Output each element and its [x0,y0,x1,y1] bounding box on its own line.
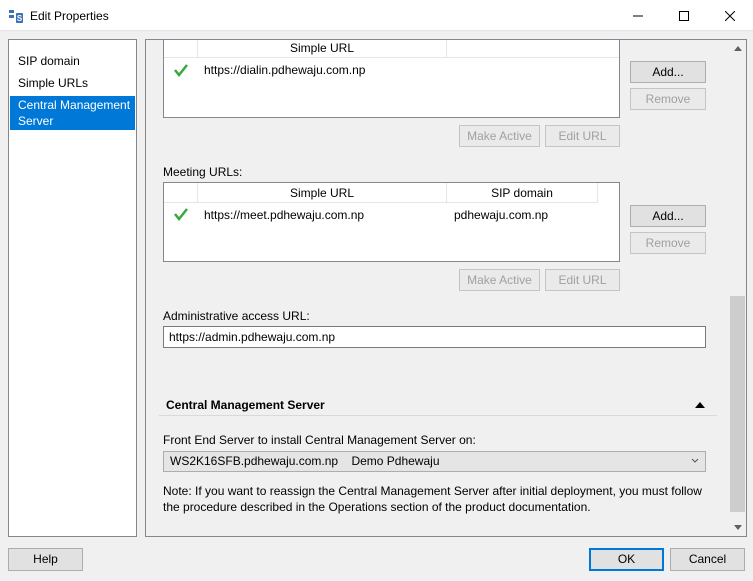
cms-note-line-2: the procedure described in the Operation… [163,500,591,514]
close-button[interactable] [707,0,753,31]
column-header-simple-url[interactable]: Simple URL [198,183,447,203]
column-header-blank [164,183,198,203]
meeting-url-list[interactable]: Simple URL SIP domain https://meet.pdhew… [163,182,620,262]
dialin-url-cell[interactable]: https://dialin.pdhewaju.com.np [204,63,365,77]
meeting-remove-button[interactable]: Remove [630,232,706,254]
chevron-up-icon [733,46,742,51]
meeting-add-button[interactable]: Add... [630,205,706,227]
close-icon [725,10,735,21]
cms-note: Note: If you want to reassign the Centra… [163,483,723,515]
dialin-add-button[interactable]: Add... [630,61,706,83]
nav-item-sip-domain[interactable]: SIP domain [10,53,135,69]
help-button[interactable]: Help [8,548,83,571]
minimize-icon [633,15,643,16]
scroll-thumb[interactable] [730,296,745,512]
column-header-empty [447,40,619,58]
cms-note-line-1: Note: If you want to reassign the Centra… [163,484,702,498]
cms-section-title: Central Management Server [166,398,325,412]
nav-item-central-management-server[interactable]: Central Management Server [10,96,135,130]
admin-url-field[interactable]: https://admin.pdhewaju.com.np [163,326,706,348]
nav-item-simple-urls[interactable]: Simple URLs [10,75,135,91]
scroll-up-button[interactable] [729,40,746,57]
minimize-button[interactable] [615,0,661,31]
dialin-edit-url-button[interactable]: Edit URL [545,125,620,147]
scroll-down-button[interactable] [729,519,746,536]
title-bar: S Edit Properties [0,0,753,31]
chevron-down-icon [691,458,699,463]
meeting-sip-domain-cell[interactable]: pdhewaju.com.np [454,208,548,222]
column-header-simple-url[interactable]: Simple URL [198,40,447,58]
dialin-url-list[interactable]: Simple URL https://dialin.pdhewaju.com.n… [163,40,620,118]
dialin-remove-button[interactable]: Remove [630,88,706,110]
selected-site: Demo Pdhewaju [351,454,440,468]
meeting-url-cell[interactable]: https://meet.pdhewaju.com.np [204,208,364,222]
front-end-server-label: Front End Server to install Central Mana… [163,433,476,447]
column-header-sip-domain[interactable]: SIP domain [447,183,598,203]
window-title: Edit Properties [30,9,109,23]
content-pane: Simple URL https://dialin.pdhewaju.com.n… [145,39,747,537]
vertical-scrollbar[interactable] [729,40,746,536]
admin-url-label: Administrative access URL: [163,309,310,323]
ok-button[interactable]: OK [589,548,664,571]
meeting-edit-url-button[interactable]: Edit URL [545,269,620,291]
maximize-icon [679,10,689,21]
active-check-icon [174,64,188,78]
cms-section-header[interactable]: Central Management Server [159,394,717,416]
dialin-make-active-button[interactable]: Make Active [459,125,540,147]
cancel-button[interactable]: Cancel [670,548,745,571]
selected-server: WS2K16SFB.pdhewaju.com.np [170,454,339,468]
column-header-blank [164,40,198,58]
svg-text:S: S [17,14,23,23]
chevron-down-icon [733,525,742,530]
collapse-arrow-icon[interactable] [695,402,705,408]
meeting-make-active-button[interactable]: Make Active [459,269,540,291]
maximize-button[interactable] [661,0,707,31]
navigation-list: SIP domain Simple URLs Central Managemen… [8,39,137,537]
meeting-urls-label: Meeting URLs: [163,165,243,179]
skype-server-icon: S [8,8,24,24]
active-check-icon [174,208,188,222]
front-end-server-select[interactable]: WS2K16SFB.pdhewaju.com.np Demo Pdhewaju [163,451,706,472]
